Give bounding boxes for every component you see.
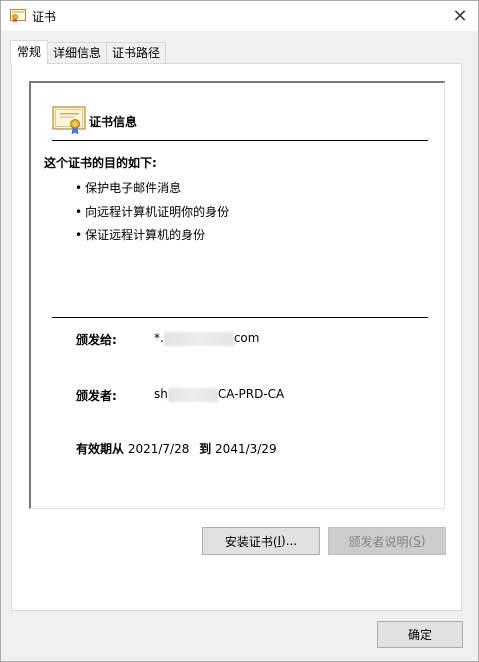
issued-by-prefix: sh — [154, 387, 168, 401]
issued-to-prefix: *. — [154, 331, 164, 345]
tab-details[interactable]: 详细信息 — [47, 42, 108, 64]
issuer-statement-button[interactable]: 颁发者说明(S) — [328, 527, 446, 555]
install-certificate-button[interactable]: 安装证书(I)... — [202, 527, 320, 555]
tab-strip: 常规 详细信息 证书路径 — [10, 40, 167, 64]
valid-to-date: 2041/3/29 — [215, 442, 277, 456]
install-label: 安装证书( — [224, 534, 278, 549]
valid-from-label: 有效期从 — [76, 442, 125, 456]
close-button[interactable]: ✕ — [448, 4, 472, 28]
issuer-statement-label: 颁发者说明( — [348, 534, 414, 549]
title-bar[interactable]: 证书 ✕ — [1, 1, 478, 31]
issued-to-value[interactable]: *. com — [154, 331, 259, 346]
divider-bottom — [52, 317, 428, 318]
valid-from-date: 2021/7/28 — [127, 442, 190, 456]
issuer-statement-suffix: ) — [420, 534, 426, 548]
certificate-info-box: 证书信息 这个证书的目的如下: 保护电子邮件消息 向远程计算机证明你的身份 保证… — [29, 81, 445, 509]
close-icon: ✕ — [452, 5, 468, 27]
tab-general[interactable]: 常规 — [10, 40, 49, 64]
validity-period: 有效期从 2021/7/28 到 2041/3/29 — [76, 440, 283, 457]
install-suffix: )... — [281, 534, 298, 548]
redacted-area — [163, 331, 234, 346]
purpose-item: 保护电子邮件消息 — [75, 179, 229, 203]
tab-certification-path[interactable]: 证书路径 — [106, 42, 167, 64]
purpose-item: 保证远程计算机的身份 — [75, 226, 229, 250]
general-tab-panel: 证书信息 这个证书的目的如下: 保护电子邮件消息 向远程计算机证明你的身份 保证… — [11, 63, 462, 611]
certificate-dialog: 证书 ✕ 常规 详细信息 证书路径 证书信息 这个证书的目的如下: 保护电子邮件 — [0, 0, 479, 662]
valid-to-label: 到 — [199, 442, 212, 456]
issued-by-suffix: CA-PRD-CA — [217, 387, 285, 401]
certificate-info-heading: 证书信息 — [89, 115, 138, 129]
issued-to-label: 颁发给: — [76, 333, 117, 347]
ok-button[interactable]: 确定 — [377, 621, 463, 648]
certificate-ribbon-icon — [52, 106, 86, 135]
issuer-statement-accel: S — [413, 534, 421, 548]
certificate-icon — [10, 9, 26, 23]
purpose-list: 保护电子邮件消息 向远程计算机证明你的身份 保证远程计算机的身份 — [75, 179, 229, 250]
purpose-title: 这个证书的目的如下: — [44, 156, 157, 170]
purpose-item: 向远程计算机证明你的身份 — [75, 203, 229, 227]
window-title: 证书 — [32, 10, 57, 24]
redacted-area — [167, 387, 218, 402]
issued-by-value[interactable]: sh CA-PRD-CA — [154, 387, 284, 402]
divider-top — [52, 140, 428, 141]
issued-by-label: 颁发者: — [76, 389, 117, 403]
issued-to-suffix: com — [233, 331, 260, 345]
